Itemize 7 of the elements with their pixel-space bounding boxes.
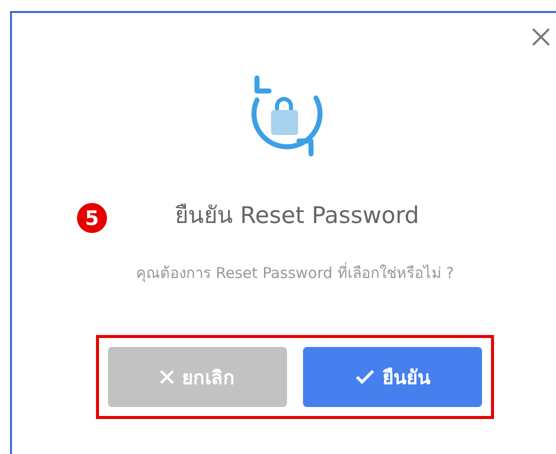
dialog-message: คุณต้องการ Reset Password ที่เลือกใช่หรือไม่ ? [136,262,454,284]
confirm-button[interactable]: ยืนยัน [303,347,482,407]
step-badge: 5 [77,203,107,233]
check-icon [354,369,374,385]
dialog-title: ยืนยัน Reset Password [174,202,420,231]
close-icon[interactable] [531,27,551,47]
close-icon [160,370,174,384]
